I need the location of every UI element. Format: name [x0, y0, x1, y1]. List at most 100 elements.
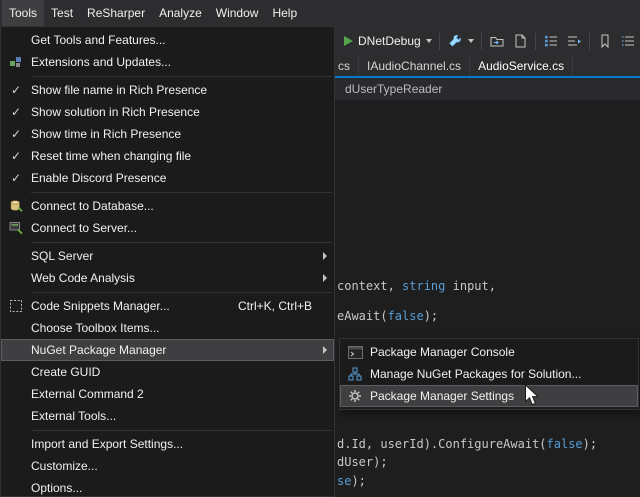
menubar-item-resharper[interactable]: ReSharper [80, 0, 152, 26]
menu-item-web-code-analysis[interactable]: Web Code Analysis [1, 267, 334, 289]
menu-item-gutter: ✓ [1, 106, 31, 118]
code-token: false [388, 309, 424, 323]
call-hierarchy-icon[interactable] [566, 33, 582, 49]
menu-item-label: Code Snippets Manager... [31, 299, 238, 313]
checkmark-icon: ✓ [11, 150, 21, 162]
menu-item-options[interactable]: Options... [1, 477, 334, 497]
mouse-cursor [524, 384, 541, 410]
menu-item-package-manager-console[interactable]: Package Manager Console [340, 341, 638, 363]
checkmark-icon: ✓ [11, 172, 21, 184]
menu-item-show-solution-in-rich-presence[interactable]: ✓ Show solution in Rich Presence [1, 101, 334, 123]
checkmark-icon: ✓ [11, 128, 21, 140]
menu-separator [31, 242, 332, 243]
code-line: eAwait(false); [337, 309, 438, 323]
submenu-arrow-icon [316, 346, 334, 354]
menu-item-connect-to-database[interactable]: Connect to Database... [1, 195, 334, 217]
menubar-item-help[interactable]: Help [265, 0, 304, 26]
code-token: se [337, 474, 351, 488]
menubar-item-tools[interactable]: Tools [2, 0, 44, 26]
code-token: context, [337, 279, 402, 293]
code-line: context, string input, [337, 279, 496, 293]
menu-separator [31, 292, 332, 293]
menu-item-label: Extensions and Updates... [31, 55, 316, 69]
menu-item-label: Web Code Analysis [31, 271, 316, 285]
play-icon [344, 36, 353, 46]
document-icon[interactable] [512, 33, 528, 49]
menu-item-gutter [1, 199, 31, 213]
breadcrumb[interactable]: dUserTypeReader [345, 78, 442, 100]
menu-item-package-manager-settings[interactable]: Package Manager Settings [340, 385, 638, 407]
menu-item-customize[interactable]: Customize... [1, 455, 334, 477]
tab-audioservice-cs[interactable]: AudioService.cs [470, 56, 573, 76]
menubar-item-test[interactable]: Test [44, 0, 80, 26]
menu-item-sql-server[interactable]: SQL Server [1, 245, 334, 267]
tab-iaudiochannel-cs[interactable]: IAudioChannel.cs [359, 56, 470, 76]
menu-item-gutter [1, 221, 31, 235]
code-token: ); [583, 437, 597, 451]
code-line: d.Id, userId).ConfigureAwait(false); [337, 437, 597, 451]
menu-item-gutter [1, 299, 31, 313]
code-token: ); [424, 309, 438, 323]
menu-item-label: Show time in Rich Presence [31, 127, 316, 141]
menu-item-create-guid[interactable]: Create GUID [1, 361, 334, 383]
checkmark-icon: ✓ [11, 106, 21, 118]
menu-item-label: Get Tools and Features... [31, 33, 316, 47]
task-list-icon[interactable] [620, 33, 636, 49]
checkmark-icon: ✓ [11, 84, 21, 96]
menu-item-reset-time-when-changing-file[interactable]: ✓Reset time when changing file [1, 145, 334, 167]
member-list-icon[interactable] [543, 33, 559, 49]
menu-item-import-and-export-settings[interactable]: Import and Export Settings... [1, 433, 334, 455]
menu-item-get-tools-and-features[interactable]: Get Tools and Features... [1, 29, 334, 51]
menu-item-code-snippets-manager[interactable]: Code Snippets Manager...Ctrl+K, Ctrl+B [1, 295, 334, 317]
chevron-down-icon [426, 39, 432, 43]
toolbar-separator [589, 33, 590, 50]
menu-item-gutter [340, 367, 370, 381]
wrench-icon [447, 33, 463, 49]
bookmark-icon[interactable] [597, 33, 613, 49]
menu-item-gutter: ✓ [1, 150, 31, 162]
menu-item-label: NuGet Package Manager [31, 343, 316, 357]
menu-item-nuget-package-manager[interactable]: NuGet Package Manager [1, 339, 334, 361]
menu-item-label: Connect to Server... [31, 221, 316, 235]
menu-item-label: Enable Discord Presence [31, 171, 316, 185]
submenu-arrow-icon [316, 274, 334, 282]
wrench-tool-button[interactable] [447, 33, 474, 49]
menu-item-label: External Command 2 [31, 387, 316, 401]
menu-item-gutter: ✓ [1, 128, 31, 140]
start-debug-button[interactable]: DNetDebug [344, 34, 432, 48]
menu-item-gutter [1, 55, 31, 69]
menu-item-external-command-2[interactable]: External Command 2 [1, 383, 334, 405]
code-token: string [402, 279, 445, 293]
menu-item-show-file-name-in-rich-presence[interactable]: ✓Show file name in Rich Presence [1, 79, 334, 101]
menu-item-label: External Tools... [31, 409, 316, 423]
menu-item-gutter: ✓ [1, 84, 31, 96]
menu-item-choose-toolbox-items[interactable]: Choose Toolbox Items... [1, 317, 334, 339]
menubar-item-window[interactable]: Window [209, 0, 266, 26]
menu-item-manage-nuget-packages-for-solution[interactable]: Manage NuGet Packages for Solution... [340, 363, 638, 385]
packages-icon [348, 367, 362, 381]
code-token: ); [351, 474, 365, 488]
toolbar-separator [535, 33, 536, 50]
menu-item-external-tools[interactable]: External Tools... [1, 405, 334, 427]
tools-menu: Get Tools and Features... Extensions and … [0, 26, 335, 497]
menu-item-show-time-in-rich-presence[interactable]: ✓ Show time in Rich Presence [1, 123, 334, 145]
menu-item-gutter [340, 346, 370, 359]
menu-item-label: Manage NuGet Packages for Solution... [370, 367, 620, 381]
menubar-item-analyze[interactable]: Analyze [152, 0, 209, 26]
open-folder-icon[interactable] [489, 33, 505, 49]
menu-item-shortcut: Ctrl+K, Ctrl+B [238, 299, 316, 313]
menu-item-label: Show solution in Rich Presence [31, 105, 316, 119]
toolbar-separator [481, 33, 482, 50]
menubar: ToolsTestReSharperAnalyzeWindowHelp [0, 0, 640, 26]
menu-item-gutter: ✓ [1, 172, 31, 184]
menu-item-label: SQL Server [31, 249, 316, 263]
toolbar-separator [439, 33, 440, 50]
menu-item-extensions-and-updates[interactable]: Extensions and Updates... [1, 51, 334, 73]
snippets-icon [9, 299, 23, 313]
server-icon [9, 221, 23, 235]
menu-item-label: Create GUID [31, 365, 316, 379]
gear-icon [348, 389, 362, 403]
menu-item-label: Import and Export Settings... [31, 437, 316, 451]
menu-item-connect-to-server[interactable]: Connect to Server... [1, 217, 334, 239]
menu-item-enable-discord-presence[interactable]: ✓ Enable Discord Presence [1, 167, 334, 189]
